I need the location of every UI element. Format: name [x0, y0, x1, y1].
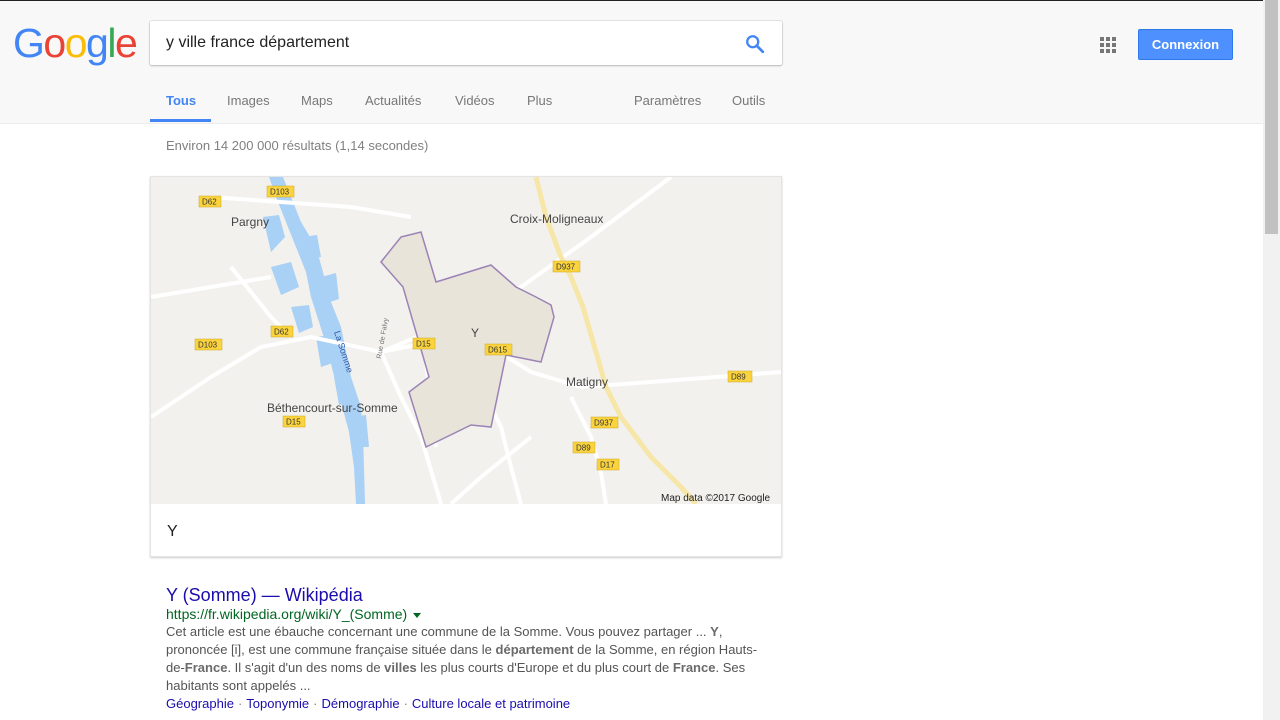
apps-grid-icon[interactable]	[1100, 37, 1116, 53]
logo-letter: e	[114, 20, 138, 66]
sitelink-toponymie[interactable]: Toponymie	[246, 696, 309, 711]
page-scrollbar[interactable]	[1263, 0, 1280, 720]
snippet-text: . Il s'agit d'un des noms de	[227, 660, 385, 675]
place-label: Pargny	[231, 215, 269, 229]
sitelink-geographie[interactable]: Géographie	[166, 696, 234, 711]
signin-button[interactable]: Connexion	[1138, 29, 1233, 60]
road-shield-d15: D15	[416, 340, 431, 349]
tab-images[interactable]: Images	[227, 93, 270, 108]
logo-letter: g	[86, 20, 109, 66]
road-shield-d62: D62	[202, 198, 217, 207]
snippet-emphasis: Y	[710, 624, 719, 639]
tab-videos[interactable]: Vidéos	[455, 93, 495, 108]
snippet-emphasis: France	[672, 660, 716, 675]
logo-letter: G	[13, 20, 45, 66]
snippet-emphasis: villes	[384, 660, 417, 675]
map-place-name: Y	[167, 523, 178, 540]
place-label: Béthencourt-sur-Somme	[267, 401, 398, 415]
road-shield-d103: D103	[198, 341, 218, 350]
search-input[interactable]	[166, 21, 726, 65]
sitelinks: Géographie · Toponymie · Démographie · Culture…	[166, 695, 766, 713]
sitelink-culture[interactable]: Culture locale et patrimoine	[412, 696, 570, 711]
road-shield-d103: D103	[270, 188, 290, 197]
road-shield-d937: D937	[556, 263, 576, 272]
map[interactable]: Pargny Croix-Moligneaux Y Matigny Béthen…	[151, 177, 781, 504]
road-shield-d937: D937	[594, 419, 614, 428]
sitelink-separator: ·	[313, 696, 318, 711]
tab-more[interactable]: Plus	[527, 93, 552, 108]
logo-letter: l	[107, 20, 116, 66]
place-label: Matigny	[566, 375, 608, 389]
tab-tools[interactable]: Outils	[732, 93, 765, 108]
url-dropdown-caret-icon[interactable]	[413, 612, 422, 618]
search-result: Y (Somme) — Wikipédia https://fr.wikiped…	[166, 585, 766, 713]
road-shield-d17: D17	[600, 461, 615, 470]
result-url-text: https://fr.wikipedia.org/wiki/Y_(Somme)	[166, 606, 408, 622]
sitelink-separator: ·	[403, 696, 408, 711]
place-label: Croix-Moligneaux	[510, 212, 603, 226]
tab-maps[interactable]: Maps	[301, 93, 333, 108]
tab-settings[interactable]: Paramètres	[634, 93, 701, 108]
sitelink-demographie[interactable]: Démographie	[322, 696, 400, 711]
logo-letter: o	[64, 20, 88, 66]
tab-news[interactable]: Actualités	[365, 93, 421, 108]
road-shield-d89: D89	[731, 373, 746, 382]
search-icon	[746, 35, 765, 54]
road-shield-d62: D62	[274, 328, 289, 337]
search-button[interactable]	[744, 33, 766, 55]
active-tab-indicator	[150, 119, 211, 122]
road-shield-d15: D15	[286, 418, 301, 427]
road-shield-d615: D615	[488, 346, 508, 355]
road-shield-d89: D89	[576, 444, 591, 453]
snippet-text: les plus courts d'Europe et du plus cour…	[416, 660, 673, 675]
place-label: Y	[471, 326, 479, 340]
result-stats: Environ 14 200 000 résultats (1,14 secon…	[166, 138, 429, 153]
scrollbar-thumb[interactable]	[1265, 0, 1278, 234]
result-snippet: Cet article est une ébauche concernant u…	[166, 623, 766, 695]
tab-all[interactable]: Tous	[166, 93, 196, 108]
map-card: Pargny Croix-Moligneaux Y Matigny Béthen…	[150, 176, 782, 557]
google-logo[interactable]: Google	[13, 20, 138, 66]
sitelink-separator: ·	[237, 696, 243, 711]
result-title-link[interactable]: Y (Somme) — Wikipédia	[166, 585, 766, 606]
snippet-text: Cet article est une ébauche concernant u…	[166, 624, 711, 639]
map-attribution: Map data ©2017 Google	[661, 493, 771, 504]
header: Google Connexion Tous Images Maps Actual…	[0, 1, 1264, 124]
search-box	[150, 21, 782, 65]
logo-letter: o	[43, 20, 66, 66]
snippet-emphasis: France	[184, 660, 228, 675]
result-url: https://fr.wikipedia.org/wiki/Y_(Somme)	[166, 605, 766, 623]
snippet-emphasis: département	[495, 642, 574, 657]
